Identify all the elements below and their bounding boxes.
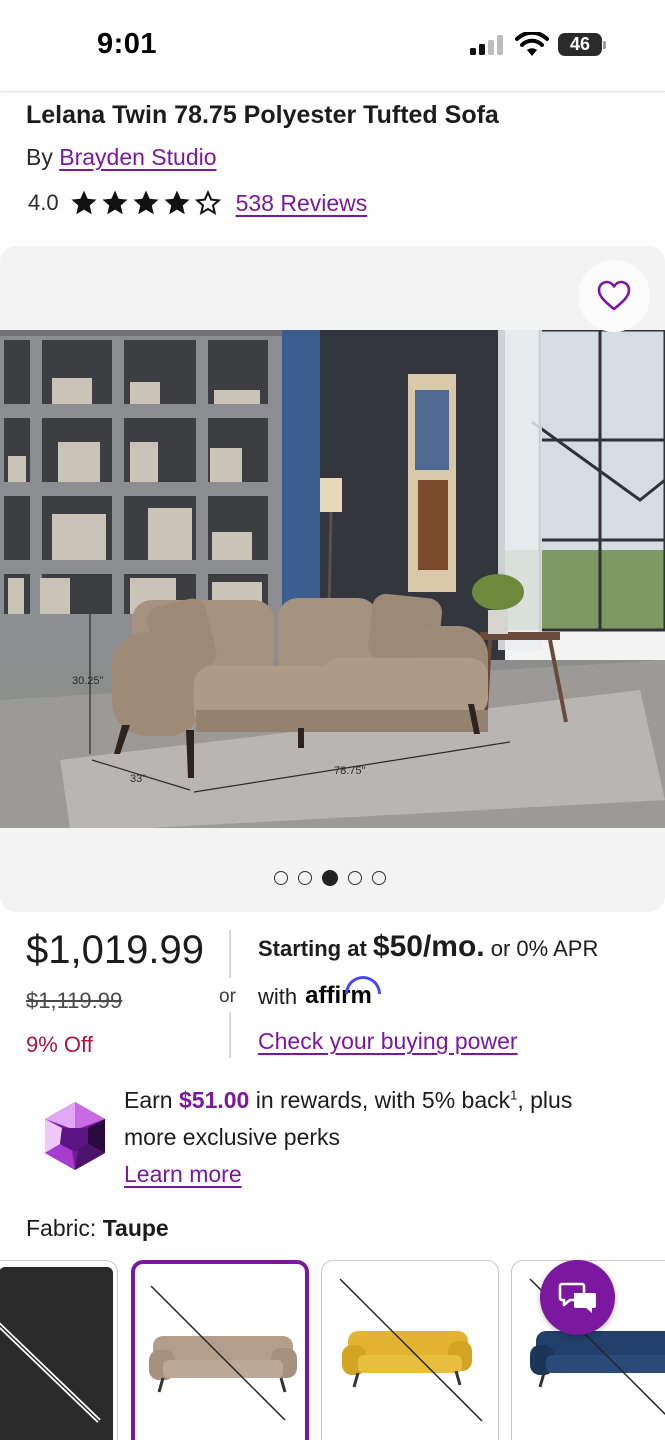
star-filled-icon bbox=[102, 190, 128, 215]
fabric-swatch-yellow[interactable] bbox=[321, 1260, 499, 1440]
star-filled-icon bbox=[71, 190, 97, 215]
rewards-gem-icon bbox=[45, 1102, 105, 1170]
with-label: with bbox=[258, 984, 298, 1009]
status-bar: 9:01 46 bbox=[0, 0, 665, 92]
dimension-height: 30.25" bbox=[72, 675, 104, 687]
star-rating bbox=[69, 188, 224, 218]
rewards-text-line2: more exclusive perks bbox=[124, 1124, 341, 1150]
battery-level: 46 bbox=[569, 34, 591, 54]
carousel-dot[interactable] bbox=[372, 871, 386, 885]
dimension-depth: 33" bbox=[130, 773, 146, 785]
affirm-logo: affirm bbox=[305, 976, 382, 1010]
swatch-unavailable-icon bbox=[149, 1285, 297, 1421]
wifi-icon bbox=[515, 32, 549, 56]
learn-more-link[interactable]: Learn more bbox=[124, 1161, 242, 1188]
price-divider bbox=[229, 1012, 231, 1058]
discount-label: 9% Off bbox=[26, 1032, 93, 1057]
price: $1,019.99 bbox=[26, 928, 204, 972]
status-time: 9:01 bbox=[97, 28, 158, 60]
buying-power-link[interactable]: Check your buying power bbox=[258, 1028, 518, 1055]
swatch-unavailable-icon bbox=[0, 1267, 113, 1440]
product-photo[interactable]: 30.25" 33" 78.75" bbox=[0, 330, 665, 828]
fabric-label: Fabric: Taupe bbox=[26, 1215, 169, 1241]
was-price: $1,119.99 bbox=[26, 988, 123, 1013]
or-label: or bbox=[219, 986, 236, 1007]
star-empty-icon bbox=[194, 189, 221, 216]
financing-offer: Starting at $50/mo. or 0% APR bbox=[258, 930, 598, 964]
carousel-dot-active[interactable] bbox=[322, 870, 338, 886]
rewards-text: Earn $51.00 in rewards, with 5% back1, p… bbox=[124, 1087, 573, 1113]
heart-icon bbox=[597, 280, 631, 311]
reviews-link[interactable]: 538 Reviews bbox=[236, 190, 368, 217]
carousel-dot[interactable] bbox=[274, 871, 288, 885]
favorite-button[interactable] bbox=[578, 260, 650, 332]
financing-suffix: or 0% APR bbox=[484, 936, 599, 961]
fabric-swatch-taupe[interactable] bbox=[131, 1260, 309, 1440]
product-title: Lelana Twin 78.75 Polyester Tufted Sofa bbox=[26, 101, 499, 129]
star-filled-icon bbox=[164, 190, 190, 215]
brand-link[interactable]: Brayden Studio bbox=[59, 144, 216, 170]
brand-line: By Brayden Studio bbox=[26, 144, 217, 171]
carousel-dot[interactable] bbox=[298, 871, 312, 885]
carousel-dots bbox=[274, 870, 396, 886]
chat-button[interactable] bbox=[540, 1260, 615, 1335]
dimension-width: 78.75" bbox=[334, 765, 366, 777]
fabric-selected: Taupe bbox=[102, 1215, 169, 1241]
rewards-amount: $51.00 bbox=[178, 1087, 250, 1113]
fabric-swatch-charcoal[interactable] bbox=[0, 1260, 118, 1440]
cellular-signal-icon bbox=[470, 35, 506, 55]
carousel-dot[interactable] bbox=[348, 871, 362, 885]
star-filled-icon bbox=[133, 190, 159, 215]
financing-prefix: Starting at bbox=[258, 936, 373, 961]
chat-icon bbox=[558, 1282, 596, 1313]
rating-row: 4.0 538 Reviews bbox=[28, 185, 367, 221]
swatch-unavailable-icon bbox=[339, 1278, 483, 1422]
price-divider bbox=[229, 930, 231, 978]
affirm-line: with affirm bbox=[258, 976, 382, 1010]
by-prefix: By bbox=[26, 144, 60, 170]
rating-value: 4.0 bbox=[28, 190, 59, 215]
battery-icon: 46 bbox=[558, 33, 606, 56]
financing-amount: $50/mo. bbox=[372, 930, 485, 963]
